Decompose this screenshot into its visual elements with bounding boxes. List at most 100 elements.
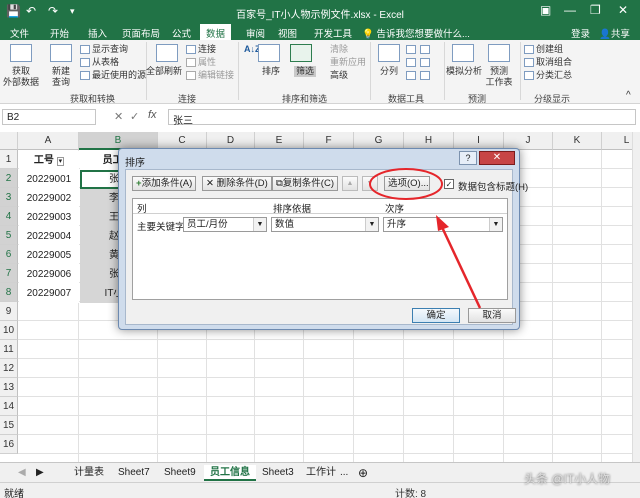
redo-icon[interactable]: ↷ (48, 4, 58, 18)
move-up-button[interactable]: ▲ (342, 176, 358, 191)
filter-dropdown-icon[interactable]: ▾ (56, 157, 65, 166)
flash-fill-icon[interactable] (406, 45, 416, 54)
undo-icon[interactable]: ↶ (26, 4, 36, 18)
text-to-columns-button[interactable]: 分列 (380, 66, 398, 77)
id-cell[interactable]: 20229007 (19, 284, 79, 303)
sheet-nav-prev[interactable]: ◀ (18, 465, 26, 481)
sort-column-select[interactable]: 员工/月份 ▼ (183, 217, 267, 232)
sheet-tab-sheet7[interactable]: Sheet7 (118, 465, 150, 481)
ungroup-button[interactable]: 取消组合 (536, 57, 572, 68)
add-sheet-icon[interactable]: ⊕ (358, 465, 368, 481)
move-down-button[interactable]: ▼ (362, 176, 378, 191)
reapply-button[interactable]: 重新应用 (330, 57, 366, 68)
row-header-10[interactable]: 10 (0, 321, 18, 340)
subtotal-button[interactable]: 分类汇总 (536, 70, 572, 81)
tab-view[interactable]: 视图 (278, 26, 297, 40)
insert-function-icon[interactable]: fx (148, 109, 157, 121)
column-header-l[interactable]: L (602, 132, 632, 150)
sheet-tab-sheet9[interactable]: Sheet9 (164, 465, 196, 481)
sheet-tabs-more[interactable]: ... (340, 465, 348, 481)
ok-button[interactable]: 确定 (412, 308, 460, 323)
advanced-button[interactable]: 高级 (330, 70, 348, 81)
sheet-tab-work-plan[interactable]: 工作计 (306, 465, 336, 481)
get-external-data-label[interactable]: 获取 外部数据 (2, 66, 40, 88)
sheet-tab-employee-info[interactable]: 员工信息 (204, 465, 256, 481)
name-box[interactable]: B2 (2, 109, 96, 125)
row-header-4[interactable]: 4 (0, 207, 18, 226)
id-cell[interactable]: 20229003 (19, 208, 79, 227)
row-header-5[interactable]: 5 (0, 226, 18, 245)
group-button[interactable]: 创建组 (536, 44, 563, 55)
cancel-button[interactable]: 取消 (468, 308, 516, 323)
clear-button[interactable]: 清除 (330, 44, 348, 55)
close-button[interactable]: ✕ (618, 3, 628, 17)
edit-links-button[interactable]: 编辑链接 (198, 70, 234, 81)
cancel-entry-icon[interactable]: ✕ (114, 110, 123, 123)
tell-me-box[interactable]: 💡 告诉我您想要做什么... (362, 26, 470, 40)
header-cell-id[interactable]: 工号 ▾ (19, 151, 79, 170)
id-cell[interactable]: 20229002 (19, 189, 79, 208)
remove-duplicates-icon[interactable] (406, 58, 416, 67)
tab-developer[interactable]: 开发工具 (314, 26, 352, 40)
sheet-tab-jiliang[interactable]: 计量表 (74, 465, 104, 481)
show-query-button[interactable]: 显示查询 (92, 44, 128, 55)
row-header-14[interactable]: 14 (0, 397, 18, 416)
refresh-all-button[interactable]: 全部刷新 (146, 66, 182, 77)
collapse-ribbon-icon[interactable]: ^ (626, 90, 631, 101)
filter-icon[interactable] (290, 44, 312, 62)
from-table-button[interactable]: 从表格 (92, 57, 119, 68)
tab-page-layout[interactable]: 页面布局 (122, 26, 160, 40)
formula-input[interactable]: 张三 (168, 109, 636, 127)
select-all-corner[interactable] (0, 132, 18, 150)
order-select[interactable]: 升序 ▼ (383, 217, 503, 232)
row-header-2[interactable]: 2 (0, 169, 18, 188)
forecast-sheet-button[interactable]: 预测 工作表 (484, 66, 514, 88)
ribbon-display-button[interactable]: ▣ (540, 3, 551, 17)
what-if-button[interactable]: 模拟分析 (446, 66, 482, 77)
row-header-7[interactable]: 7 (0, 264, 18, 283)
relationships-icon[interactable] (420, 58, 430, 67)
recent-sources-button[interactable]: 最近使用的源 (92, 70, 146, 81)
copy-level-button[interactable]: ⧉复制条件(C) (272, 176, 338, 191)
save-icon[interactable]: 💾 (6, 4, 21, 18)
forecast-sheet-icon[interactable] (488, 44, 510, 62)
options-button[interactable]: 选项(O)... (384, 176, 430, 191)
id-cell[interactable]: 20229005 (19, 246, 79, 265)
row-header-15[interactable]: 15 (0, 416, 18, 435)
row-header-1[interactable]: 1 (0, 150, 18, 169)
tab-insert[interactable]: 插入 (88, 26, 107, 40)
help-button[interactable]: ? (459, 151, 477, 165)
sort-on-select[interactable]: 数值 ▼ (271, 217, 379, 232)
sheet-nav-next[interactable]: ▶ (36, 465, 44, 481)
delete-level-button[interactable]: ✕ 删除条件(D) (202, 176, 272, 191)
row-header-6[interactable]: 6 (0, 245, 18, 264)
row-header-16[interactable]: 16 (0, 435, 18, 454)
vertical-scrollbar[interactable] (632, 132, 640, 462)
row-header-3[interactable]: 3 (0, 188, 18, 207)
row-header-8[interactable]: 8 (0, 283, 18, 302)
external-data-icon[interactable] (10, 44, 32, 62)
confirm-entry-icon[interactable]: ✓ (130, 110, 139, 123)
tab-data[interactable]: 数据 (200, 24, 232, 40)
tab-file[interactable]: 文件 (10, 26, 29, 40)
add-level-button[interactable]: +添加条件(A) (132, 176, 197, 191)
id-cell[interactable]: 20229004 (19, 227, 79, 246)
sort-button[interactable]: 排序 (262, 66, 280, 77)
share-button[interactable]: 👤共享 (599, 26, 630, 40)
restore-button[interactable]: ❐ (590, 3, 601, 17)
customize-qat-icon[interactable]: ▾ (70, 6, 75, 17)
tab-review[interactable]: 审阅 (246, 26, 265, 40)
new-query-label[interactable]: 新建 查询 (44, 66, 78, 88)
dialog-close-button[interactable]: ✕ (479, 151, 515, 165)
has-header-checkbox[interactable]: ✓ (444, 179, 454, 189)
sheet-tab-sheet3[interactable]: Sheet3 (262, 465, 294, 481)
filter-button[interactable]: 筛选 (294, 66, 317, 77)
data-validation-icon[interactable] (406, 71, 416, 80)
manage-data-model-icon[interactable] (420, 71, 430, 80)
properties-button[interactable]: 属性 (198, 57, 216, 68)
sort-icon[interactable] (258, 44, 280, 62)
column-header-a[interactable]: A (18, 132, 79, 150)
row-header-13[interactable]: 13 (0, 378, 18, 397)
minimize-button[interactable]: — (564, 3, 576, 17)
login-link[interactable]: 登录 (571, 26, 590, 40)
